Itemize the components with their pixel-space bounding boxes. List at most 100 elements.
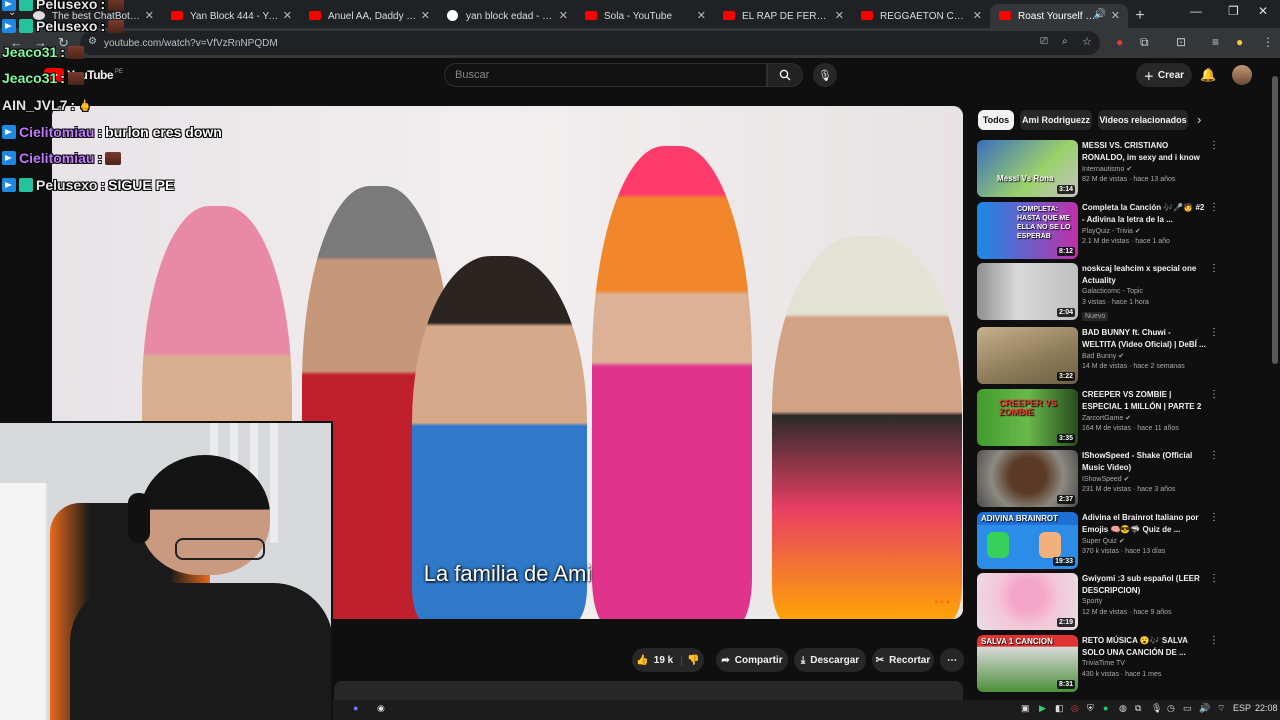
tray-app-icon[interactable]: ◧ [1055,703,1064,714]
related-video[interactable]: 2:37 IShowSpeed - Shake (Official Music … [977,450,1219,507]
media-control-icon[interactable]: ≡ [1212,35,1219,49]
spotify-icon[interactable]: ● [1103,703,1108,713]
tray-app-icon[interactable]: ◷ [1167,703,1175,714]
video-thumbnail[interactable]: COMPLETA: HASTA QUE ME ELLA NO SE LO ESP… [977,202,1078,259]
video-thumbnail[interactable]: 2:19 [977,573,1078,630]
related-video[interactable]: SALVA 1 CANCION 8:31 RETO MÚSICA 😮🎶 SALV… [977,635,1219,692]
extensions-icon[interactable]: ⧉ [1140,35,1149,50]
video-thumbnail[interactable]: 2:37 [977,450,1078,507]
tray-clock[interactable]: 22:08 [1255,703,1278,713]
new-tab-button[interactable]: + [1128,4,1152,28]
opera-extension-icon[interactable]: ● [1116,35,1123,49]
browser-tab-rap[interactable]: EL RAP DE FERNANFLOO✕ [714,4,852,28]
clip-button[interactable]: ✂ Recortar [872,648,934,672]
chip-videos-relacionados[interactable]: Videos relacionados [1098,110,1188,130]
video-title[interactable]: Adivina el Brainrot Italiano por Emojis … [1082,512,1206,536]
video-title[interactable]: RETO MÚSICA 😮🎶 SALVA SOLO UNA CANCIÓN DE… [1082,635,1206,659]
restore-icon[interactable]: ❐ [1228,4,1239,18]
window-close-icon[interactable]: ✕ [1258,4,1268,18]
close-tab-icon[interactable]: ✕ [559,9,568,22]
install-icon[interactable]: ⎚ [1040,36,1048,47]
browser-tab-google[interactable]: yan block edad - Buscar c✕ [438,4,576,28]
related-video[interactable]: 2:04 noskcaj leahcim x special one Actua… [977,263,1219,321]
close-tab-icon[interactable]: ✕ [421,9,430,22]
video-title[interactable]: noskcaj leahcim x special one Actuality [1082,263,1206,287]
thumbs-down-icon[interactable]: 👎 [687,655,699,666]
related-video[interactable]: COMPLETA: HASTA QUE ME ELLA NO SE LO ESP… [977,202,1219,259]
wifi-icon[interactable]: ⌔ [1217,703,1225,714]
close-tab-icon[interactable]: ✕ [835,9,844,22]
site-info-icon[interactable]: ⚙ [88,36,97,47]
video-title[interactable]: MESSI VS. CRISTIANO RONALDO, im sexy and… [1082,140,1206,164]
channel-name[interactable]: Bad Bunny ✔ [1082,352,1124,360]
video-thumbnail[interactable]: 3:22 [977,327,1078,384]
channel-name[interactable]: Internautismo ✔ [1082,165,1132,173]
video-thumbnail[interactable]: SALVA 1 CANCION 8:31 [977,635,1078,692]
related-video[interactable]: ADIVINA BRAINROT 19:33 Adivina el Brainr… [977,512,1219,569]
channel-name[interactable]: IShowSpeed ✔ [1082,475,1130,483]
bookmark-star-icon[interactable]: ☆ [1082,35,1092,48]
browser-tab-anuel[interactable]: Anuel AA, Daddy Yankee✕ [300,4,438,28]
tray-app-icon[interactable]: ◎ [1071,703,1079,714]
video-title[interactable]: IShowSpeed - Shake (Official Music Video… [1082,450,1206,474]
video-title[interactable]: BAD BUNNY ft. Chuwi - WELTITA (Video Ofi… [1082,327,1206,351]
search-input[interactable]: Buscar [444,63,767,87]
tray-app-icon[interactable]: ⧉ [1135,703,1141,714]
channel-name[interactable]: Super Quiz ✔ [1082,537,1125,545]
like-button[interactable]: 👍 19 k [636,654,683,666]
related-video[interactable]: CREEPER VS ZOMBIE 3:35 CREEPER VS ZOMBIE… [977,389,1219,446]
more-actions-button[interactable]: ⋯ [940,648,964,672]
channel-name[interactable]: TriviaTime TV [1082,660,1125,667]
tray-play-icon[interactable]: ▶ [1039,703,1046,714]
video-menu-icon[interactable]: ⋮ [1209,512,1219,523]
video-title[interactable]: Gwiyomi :3 sub español (LEER DESCRIPCION… [1082,573,1206,597]
minimize-icon[interactable]: — [1190,4,1202,18]
related-video[interactable]: 2:19 Gwiyomi :3 sub español (LEER DESCRI… [977,573,1219,630]
browser-tab-yanblock[interactable]: Yan Block 444 - YouTube✕ [162,4,300,28]
video-menu-icon[interactable]: ⋮ [1209,389,1219,400]
notifications-bell-icon[interactable]: 🔔 [1200,67,1216,83]
channel-name[interactable]: Galacticomc - Topic [1082,288,1143,295]
video-menu-icon[interactable]: ⋮ [1209,140,1219,151]
tray-app-icon[interactable]: ▭ [1183,703,1192,714]
video-menu-icon[interactable]: ⋮ [1209,573,1219,584]
voice-search-button[interactable]: 🎙 [813,63,837,87]
chip-ami-rodriguezz[interactable]: Ami Rodriguezz [1020,110,1092,130]
close-tab-icon[interactable]: ✕ [697,9,706,22]
browser-menu-icon[interactable]: ⋮ [1262,35,1274,49]
scrollbar-thumb[interactable] [1272,76,1278,364]
channel-name[interactable]: Sporty [1082,598,1102,605]
video-thumbnail[interactable]: CREEPER VS ZOMBIE 3:35 [977,389,1078,446]
tray-app-icon[interactable]: ⛨ [1087,703,1094,714]
close-tab-icon[interactable]: ✕ [1111,9,1120,22]
speaker-icon[interactable]: 🔊 [1094,9,1106,20]
close-tab-icon[interactable]: ✕ [283,9,292,22]
tray-app-icon[interactable]: ◍ [1119,703,1127,714]
video-menu-icon[interactable]: ⋮ [1209,263,1219,274]
share-button[interactable]: ➦ Compartir [716,648,788,672]
zoom-icon[interactable]: ⌕ [1062,36,1068,47]
close-tab-icon[interactable]: ✕ [145,9,154,22]
discord-icon[interactable]: ● [353,703,358,713]
profile-avatar-icon[interactable]: ● [1236,35,1243,49]
channel-name[interactable]: ZarcortGame ✔ [1082,414,1131,422]
volume-icon[interactable]: 🔊 [1199,703,1210,714]
channel-name[interactable]: PlayQuiz - Trivia ✔ [1082,227,1141,235]
obs-icon[interactable]: ◉ [377,703,385,714]
tray-language[interactable]: ESP [1233,703,1251,713]
video-menu-icon[interactable]: ⋮ [1209,327,1219,338]
browser-tab-reggaeton[interactable]: REGGAETON CHAMPAGNE✕ [852,4,990,28]
download-button[interactable]: ⤓ Descargar [794,648,866,672]
video-menu-icon[interactable]: ⋮ [1209,635,1219,646]
chevron-right-icon[interactable]: › [1197,112,1201,127]
video-thumbnail[interactable]: 2:04 [977,263,1078,320]
video-menu-icon[interactable]: ⋮ [1209,450,1219,461]
address-bar[interactable]: ⚙ youtube.com/watch?v=VfVzRnNPQDM ⎚ ⌕ ☆ [80,31,1100,55]
cast-icon[interactable]: ⊡ [1176,35,1186,49]
video-menu-icon[interactable]: ⋮ [1209,202,1219,213]
video-title[interactable]: Completa la Canción 🎶🎤🧑 #2 - Adivina la … [1082,202,1206,226]
related-video[interactable]: 3:22 BAD BUNNY ft. Chuwi - WELTITA (Vide… [977,327,1219,384]
browser-tab-roast[interactable]: Roast Yourself Casero🔊 ✕ [990,4,1128,28]
browser-tab-sola[interactable]: Sola - YouTube ✕ [576,4,714,28]
tray-app-icon[interactable]: ▣ [1021,703,1030,714]
